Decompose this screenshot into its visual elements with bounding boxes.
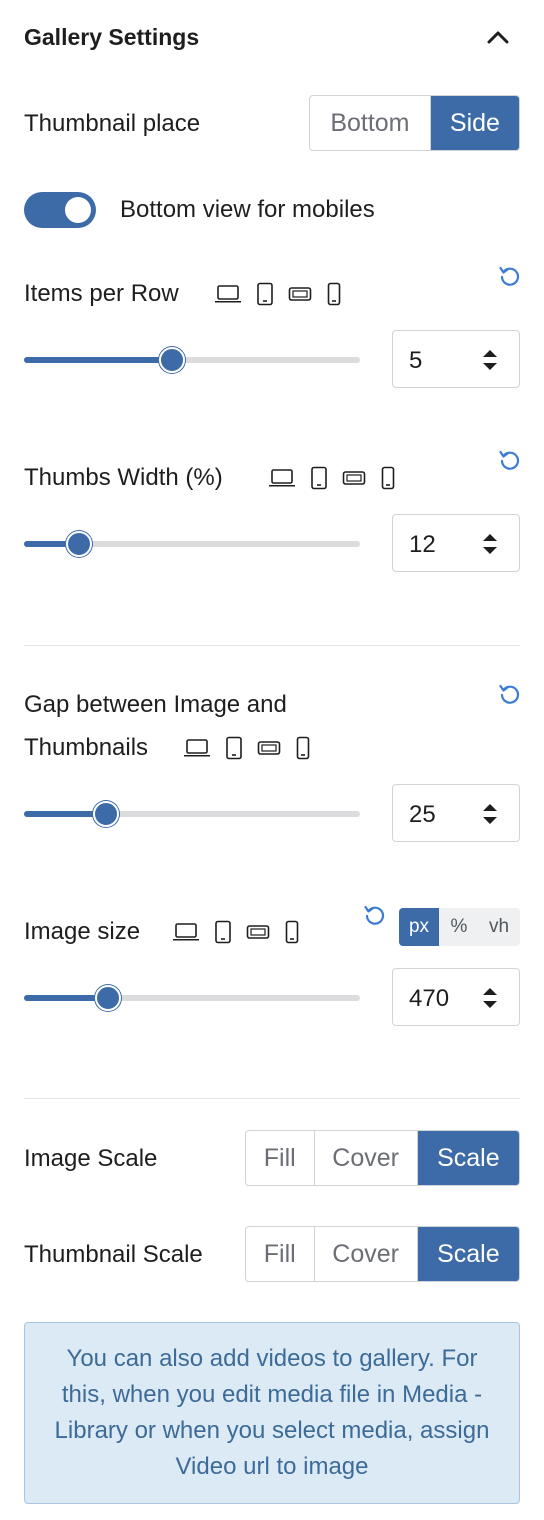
thumbnail-scale-scale-option[interactable]: Scale — [417, 1227, 519, 1281]
thumbnail-scale-control: Fill Cover Scale — [245, 1226, 520, 1282]
image-scale-control: Fill Cover Scale — [245, 1130, 520, 1186]
slider-thumb[interactable] — [66, 531, 92, 557]
thumbnail-place-label: Thumbnail place — [24, 110, 201, 137]
thumbnail-place-side-option[interactable]: Side — [430, 96, 519, 150]
unit-px-option[interactable]: px — [399, 908, 439, 946]
gap-input[interactable]: 25 — [392, 784, 520, 842]
section-divider — [24, 1098, 520, 1099]
tablet-icon[interactable] — [256, 282, 274, 306]
image-size-reset-icon[interactable] — [362, 903, 386, 927]
collapse-button[interactable] — [482, 22, 514, 54]
bottom-view-label: Bottom view for mobiles — [120, 196, 375, 223]
gap-label-line1: Gap between Image and — [24, 691, 287, 718]
thumbnail-place-control: Bottom Side — [309, 95, 520, 151]
thumbs-width-label: Thumbs Width (%) — [24, 464, 223, 491]
image-scale-cover-option[interactable]: Cover — [315, 1131, 418, 1185]
toggle-knob — [65, 197, 91, 223]
tablet-landscape-icon[interactable] — [288, 285, 312, 303]
gap-reset-icon[interactable] — [497, 682, 521, 706]
slider-fill — [24, 357, 172, 363]
thumbs-width-value: 12 — [409, 531, 436, 558]
mobile-icon[interactable] — [380, 466, 396, 490]
tablet-icon[interactable] — [310, 466, 328, 490]
stepper-icon[interactable] — [479, 983, 501, 1013]
mobile-icon[interactable] — [284, 920, 300, 944]
tablet-icon[interactable] — [225, 736, 243, 760]
laptop-icon[interactable] — [268, 467, 296, 489]
thumbs-width-slider[interactable] — [24, 531, 360, 557]
unit-vh-option[interactable]: vh — [479, 908, 519, 946]
image-size-input[interactable]: 470 — [392, 968, 520, 1026]
thumbs-width-reset-icon[interactable] — [497, 448, 521, 472]
tablet-landscape-icon[interactable] — [257, 739, 281, 757]
thumbnail-scale-fill-option[interactable]: Fill — [246, 1227, 315, 1281]
laptop-icon[interactable] — [183, 737, 211, 759]
gap-label-line2: Thumbnails — [24, 734, 149, 761]
stepper-icon[interactable] — [479, 345, 501, 375]
image-scale-fill-option[interactable]: Fill — [246, 1131, 315, 1185]
image-size-device-switcher — [172, 920, 300, 944]
tablet-landscape-icon[interactable] — [342, 469, 366, 487]
items-per-row-value: 5 — [409, 347, 423, 374]
thumbs-width-input[interactable]: 12 — [392, 514, 520, 572]
slider-thumb[interactable] — [95, 985, 121, 1011]
image-size-value: 470 — [409, 985, 450, 1012]
video-info-notice-text: You can also add videos to gallery. For … — [54, 1345, 490, 1480]
bottom-view-toggle[interactable] — [24, 192, 96, 228]
image-size-slider[interactable] — [24, 985, 360, 1011]
tablet-landscape-icon[interactable] — [246, 923, 270, 941]
items-per-row-reset-icon[interactable] — [497, 264, 521, 288]
items-per-row-input[interactable]: 5 — [392, 330, 520, 388]
image-scale-scale-option[interactable]: Scale — [417, 1131, 519, 1185]
tablet-icon[interactable] — [214, 920, 232, 944]
laptop-icon[interactable] — [214, 283, 242, 305]
thumbnail-scale-label: Thumbnail Scale — [24, 1241, 203, 1268]
laptop-icon[interactable] — [172, 921, 200, 943]
mobile-icon[interactable] — [326, 282, 342, 306]
video-info-notice: You can also add videos to gallery. For … — [24, 1322, 520, 1504]
thumbs-width-device-switcher — [268, 466, 396, 490]
gap-device-switcher — [183, 736, 311, 760]
slider-thumb[interactable] — [159, 347, 185, 373]
thumbnail-place-bottom-option[interactable]: Bottom — [310, 96, 431, 150]
stepper-icon[interactable] — [479, 799, 501, 829]
items-per-row-label: Items per Row — [24, 280, 179, 307]
mobile-icon[interactable] — [295, 736, 311, 760]
image-size-label: Image size — [24, 918, 141, 945]
chevron-up-icon — [487, 31, 509, 44]
gap-value: 25 — [409, 801, 436, 828]
items-per-row-device-switcher — [214, 282, 342, 306]
slider-thumb[interactable] — [93, 801, 119, 827]
items-per-row-slider[interactable] — [24, 347, 360, 373]
image-size-unit-switcher: px % vh — [399, 908, 520, 946]
unit-percent-option[interactable]: % — [439, 908, 479, 946]
gap-slider[interactable] — [24, 801, 360, 827]
section-divider — [24, 645, 520, 646]
stepper-icon[interactable] — [479, 529, 501, 559]
thumbnail-scale-cover-option[interactable]: Cover — [315, 1227, 418, 1281]
image-scale-label: Image Scale — [24, 1145, 158, 1172]
panel-title: Gallery Settings — [24, 24, 200, 50]
